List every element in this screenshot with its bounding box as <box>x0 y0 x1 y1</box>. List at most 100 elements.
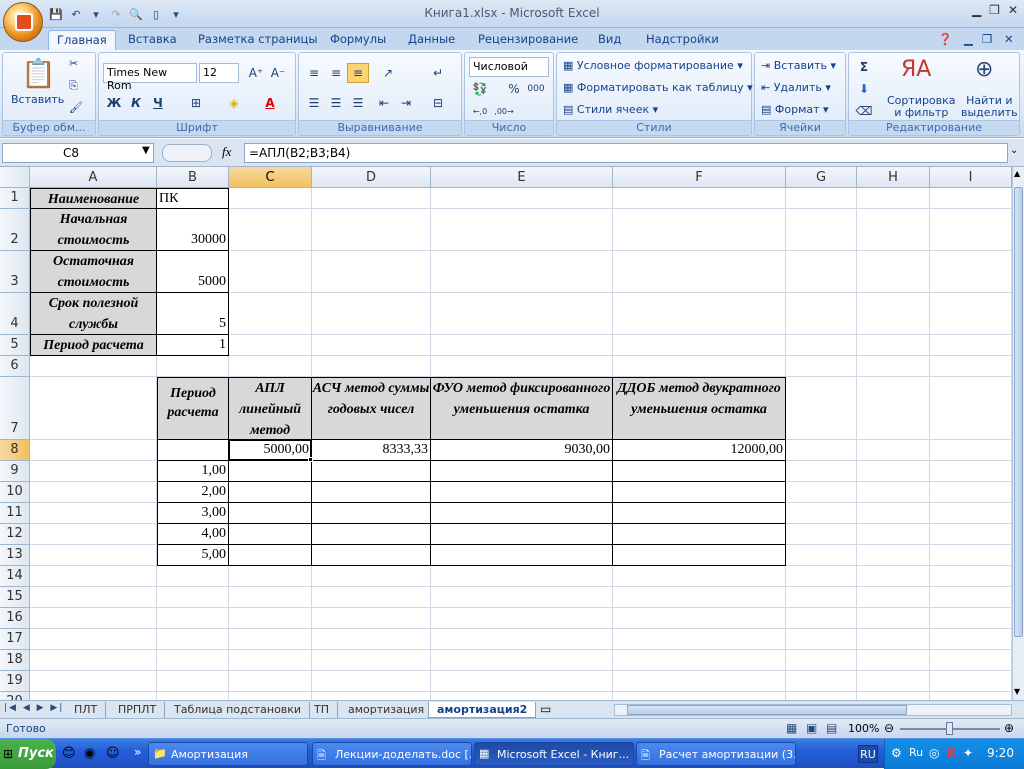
borders-icon[interactable]: ⊞ <box>185 93 207 113</box>
row-header-8[interactable]: 8 <box>0 440 30 461</box>
formula-input[interactable]: =АПЛ(B2;B3;B4) <box>244 143 1008 163</box>
wrap-text-icon[interactable]: ↵ <box>427 63 449 83</box>
scroll-down-icon[interactable]: ▼ <box>1014 687 1020 696</box>
tray-lang-icon[interactable]: Ru <box>909 746 923 759</box>
fill-handle[interactable] <box>308 457 313 462</box>
cell-a2[interactable]: Начальная стоимость <box>30 209 157 251</box>
row-header-16[interactable]: 16 <box>0 608 30 629</box>
font-size-select[interactable]: 12 <box>199 63 239 83</box>
cell-e10[interactable] <box>431 482 613 503</box>
sort-filter-button[interactable]: Сортировка и фильтр <box>887 95 956 119</box>
align-top-icon[interactable]: ≡ <box>303 63 325 83</box>
tray-icon-5[interactable]: ✦ <box>963 746 973 760</box>
grow-font-icon[interactable]: A⁺ <box>245 63 267 83</box>
number-format-select[interactable]: Числовой <box>469 57 549 77</box>
cell-c12[interactable] <box>229 524 312 545</box>
tab-page-layout[interactable]: Разметка страницы <box>190 30 325 50</box>
quicklaunch-chrome-icon[interactable]: ◉ <box>84 746 95 761</box>
cell-d13[interactable] <box>312 545 431 566</box>
sheet-tab-0[interactable]: ПЛТ <box>66 702 107 718</box>
italic-button[interactable]: К <box>125 93 147 113</box>
view-normal-icon[interactable]: ▦ <box>786 721 797 735</box>
cell-c11[interactable] <box>229 503 312 524</box>
cell-c10[interactable] <box>229 482 312 503</box>
row-header-19[interactable]: 19 <box>0 671 30 692</box>
office-button[interactable] <box>3 2 43 42</box>
scroll-up-icon[interactable]: ▲ <box>1014 169 1020 178</box>
column-header-f[interactable]: F <box>613 167 786 188</box>
cell-e11[interactable] <box>431 503 613 524</box>
row-header-6[interactable]: 6 <box>0 356 30 377</box>
align-right-icon[interactable]: ☰ <box>347 93 369 113</box>
row-header-14[interactable]: 14 <box>0 566 30 587</box>
tab-view[interactable]: Вид <box>590 30 629 50</box>
insert-cells-button[interactable]: ⇥ Вставить ▾ <box>761 59 836 72</box>
format-as-table-button[interactable]: ▦ Форматировать как таблицу ▾ <box>563 81 753 94</box>
cell-d8[interactable]: 8333,33 <box>312 440 431 461</box>
cell-b8[interactable] <box>157 440 229 461</box>
cell-f8[interactable]: 12000,00 <box>613 440 786 461</box>
cell-a5[interactable]: Период расчета <box>30 335 157 356</box>
cell-b11[interactable]: 3,00 <box>157 503 229 524</box>
format-cells-button[interactable]: ▤ Формат ▾ <box>761 103 829 116</box>
cell-c8[interactable]: 5000,00 <box>229 440 312 461</box>
font-name-select[interactable]: Times New Rom <box>103 63 197 92</box>
horizontal-scrollbar[interactable] <box>614 704 1012 716</box>
select-all-corner[interactable] <box>0 167 30 188</box>
vertical-scroll-thumb[interactable] <box>1014 187 1023 637</box>
cell-a1[interactable]: Наименование <box>30 188 157 209</box>
row-header-12[interactable]: 12 <box>0 524 30 545</box>
tab-addins[interactable]: Надстройки <box>638 30 727 50</box>
cell-b9[interactable]: 1,00 <box>157 461 229 482</box>
vertical-scrollbar[interactable]: ▲ ▼ <box>1012 167 1024 700</box>
task-amortization-folder[interactable]: 📁 Амортизация <box>148 742 308 766</box>
column-header-h[interactable]: H <box>857 167 930 188</box>
row-header-15[interactable]: 15 <box>0 587 30 608</box>
cell-b10[interactable]: 2,00 <box>157 482 229 503</box>
cell-a4[interactable]: Срок полезной службы <box>30 293 157 335</box>
tab-insert[interactable]: Вставка <box>120 30 185 50</box>
orientation-icon[interactable]: ↗ <box>377 63 399 83</box>
align-center-icon[interactable]: ☰ <box>325 93 347 113</box>
cell-c13[interactable] <box>229 545 312 566</box>
cell-f10[interactable] <box>613 482 786 503</box>
restore-icon[interactable]: ❐ <box>989 3 1000 17</box>
cell-d7[interactable]: АСЧ метод суммы годовых чисел <box>312 377 431 440</box>
cell-d10[interactable] <box>312 482 431 503</box>
column-header-g[interactable]: G <box>786 167 857 188</box>
conditional-formatting-button[interactable]: ▦ Условное форматирование ▾ <box>563 59 743 72</box>
cell-b12[interactable]: 4,00 <box>157 524 229 545</box>
ribbon-close-icon[interactable]: ✕ <box>1002 30 1016 50</box>
sheet-tab-5[interactable]: амортизация2 <box>428 702 537 718</box>
cell-d12[interactable] <box>312 524 431 545</box>
sheet-tab-3[interactable]: ТП <box>306 702 338 718</box>
row-header-11[interactable]: 11 <box>0 503 30 524</box>
insert-sheet-icon[interactable]: ▭ <box>540 702 551 716</box>
align-bottom-icon[interactable]: ≡ <box>347 63 369 83</box>
tray-kaspersky-icon[interactable]: K <box>947 746 956 760</box>
zoom-slider-thumb[interactable] <box>946 722 953 735</box>
cell-f12[interactable] <box>613 524 786 545</box>
format-painter-icon[interactable]: 🖌 <box>69 101 83 114</box>
shrink-font-icon[interactable]: A⁻ <box>267 63 289 83</box>
quicklaunch-icon-1[interactable]: 😊 <box>62 746 76 761</box>
align-middle-icon[interactable]: ≡ <box>325 63 347 83</box>
task-pdf[interactable]: 🗎 Расчет амортизации (3... <box>636 742 796 766</box>
language-indicator[interactable]: RU <box>858 745 878 763</box>
cell-e12[interactable] <box>431 524 613 545</box>
row-header-5[interactable]: 5 <box>0 335 30 356</box>
clear-icon[interactable]: ⌫ <box>853 101 875 121</box>
sheet-tab-1[interactable]: ПРПЛТ <box>110 702 166 718</box>
decrease-indent-icon[interactable]: ⇤ <box>373 93 395 113</box>
ribbon-restore-icon[interactable]: ❐ <box>980 30 994 50</box>
row-header-18[interactable]: 18 <box>0 650 30 671</box>
cell-f11[interactable] <box>613 503 786 524</box>
fill-icon[interactable]: ⬇ <box>853 79 875 99</box>
worksheet-grid[interactable]: ABCDEFGHI1234567891011121314151617181920… <box>0 167 1012 700</box>
column-header-i[interactable]: I <box>930 167 1012 188</box>
cell-b1[interactable]: ПК <box>157 188 229 209</box>
row-header-3[interactable]: 3 <box>0 251 30 293</box>
find-select-button[interactable]: Найти и выделить <box>961 95 1018 119</box>
font-color-icon[interactable]: A <box>259 93 281 113</box>
percent-button[interactable]: % <box>503 79 525 99</box>
